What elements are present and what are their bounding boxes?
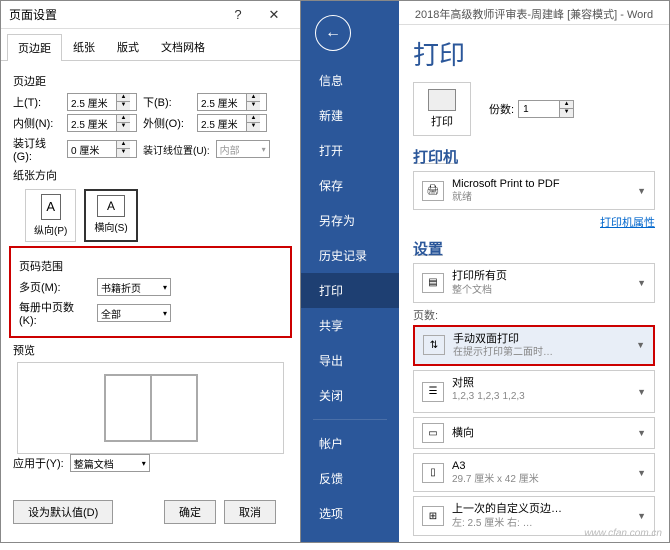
- sidebar-item-info[interactable]: 信息: [301, 63, 399, 98]
- inside-input[interactable]: ▲▼: [67, 114, 137, 132]
- preview-label: 预览: [13, 342, 288, 358]
- landscape-option[interactable]: A 横向(S): [84, 189, 137, 242]
- portrait-option[interactable]: A 纵向(P): [25, 189, 76, 242]
- tab-paper[interactable]: 纸张: [62, 33, 106, 60]
- multipage-label: 多页(M):: [19, 279, 91, 295]
- gutter-input[interactable]: ▲▼: [67, 140, 137, 158]
- preview-area: [17, 362, 284, 454]
- gutter-pos-label: 装订线位置(U):: [143, 142, 210, 157]
- duplex-icon: ⇅: [423, 335, 445, 355]
- printer-icon: [428, 89, 456, 111]
- backstage-sidebar: ← 信息 新建 打开 保存 另存为 历史记录 打印 共享 导出 关闭 帐户 反馈…: [301, 1, 399, 542]
- watermark: www.cfan.com.cn: [584, 528, 662, 539]
- outside-input[interactable]: ▲▼: [197, 114, 267, 132]
- pages-icon: ▤: [422, 273, 444, 293]
- tab-margins[interactable]: 页边距: [7, 34, 62, 61]
- print-range-select[interactable]: ▤ 打印所有页整个文档 ▼: [413, 263, 655, 302]
- sidebar-item-options[interactable]: 选项: [301, 496, 399, 531]
- help-button[interactable]: ?: [220, 1, 256, 29]
- page-setup-dialog: 页面设置 ? ✕ 页边距 纸张 版式 文档网格 页边距 上(T): ▲▼ 下(B…: [1, 1, 301, 542]
- close-button[interactable]: ✕: [256, 1, 292, 29]
- orientation-icon: ▭: [422, 423, 444, 443]
- applyto-select[interactable]: 整篇文档▾: [70, 454, 150, 472]
- top-label: 上(T):: [13, 94, 61, 110]
- margins-icon: ⊞: [422, 506, 444, 526]
- set-default-button[interactable]: 设为默认值(D): [13, 500, 113, 524]
- dialog-title: 页面设置: [9, 6, 220, 23]
- print-heading: 打印: [413, 35, 655, 72]
- pages-label: 页数:: [413, 307, 655, 323]
- sheets-select[interactable]: 全部▾: [97, 304, 171, 322]
- paper-size-select[interactable]: ▯ A329.7 厘米 x 42 厘米 ▼: [413, 453, 655, 492]
- sidebar-item-new[interactable]: 新建: [301, 98, 399, 133]
- sidebar-item-save[interactable]: 保存: [301, 168, 399, 203]
- multipage-select[interactable]: 书籍折页▾: [97, 278, 171, 296]
- sidebar-item-saveas[interactable]: 另存为: [301, 203, 399, 238]
- applyto-label: 应用于(Y):: [13, 455, 64, 471]
- dialog-titlebar: 页面设置 ? ✕: [1, 1, 300, 29]
- sidebar-item-print[interactable]: 打印: [301, 273, 399, 308]
- sheets-label: 每册中页数(K):: [19, 299, 91, 327]
- copies-label: 份数:: [489, 101, 514, 117]
- sidebar-item-history[interactable]: 历史记录: [301, 238, 399, 273]
- gutter-label: 装订线(G):: [13, 135, 61, 163]
- printer-properties-link[interactable]: 打印机属性: [600, 217, 655, 229]
- bottom-input[interactable]: ▲▼: [197, 93, 267, 111]
- gutter-pos-select: 内部▾: [216, 140, 270, 158]
- page-range-highlight: 页码范围 多页(M): 书籍折页▾ 每册中页数(K): 全部▾: [9, 246, 292, 338]
- printer-select[interactable]: 🖨 Microsoft Print to PDF就绪 ▼: [413, 171, 655, 210]
- inside-label: 内侧(N):: [13, 115, 61, 131]
- sidebar-item-open[interactable]: 打开: [301, 133, 399, 168]
- portrait-icon: A: [41, 194, 61, 220]
- range-section-label: 页码范围: [19, 258, 282, 274]
- sidebar-item-feedback[interactable]: 反馈: [301, 461, 399, 496]
- landscape-icon: A: [97, 195, 125, 217]
- copies-input[interactable]: ▲▼: [518, 100, 574, 118]
- tabs: 页边距 纸张 版式 文档网格: [1, 29, 300, 61]
- duplex-select[interactable]: ⇅ 手动双面打印在提示打印第二面时… ▼: [413, 325, 655, 366]
- cancel-button[interactable]: 取消: [224, 500, 276, 524]
- collate-icon: ☰: [422, 382, 444, 402]
- top-input[interactable]: ▲▼: [67, 93, 137, 111]
- outside-label: 外侧(O):: [143, 115, 191, 131]
- orientation-select[interactable]: ▭ 横向 ▼: [413, 417, 655, 449]
- print-button[interactable]: 打印: [413, 82, 471, 136]
- tab-layout[interactable]: 版式: [106, 33, 150, 60]
- tab-grid[interactable]: 文档网格: [150, 33, 216, 60]
- app-title: 2018年高级教师评审表-周建峰 [兼容模式] - Word: [399, 1, 669, 25]
- printer-heading: 打印机: [413, 146, 655, 167]
- printer-device-icon: 🖨: [422, 181, 444, 201]
- margins-section-label: 页边距: [13, 73, 288, 89]
- collate-select[interactable]: ☰ 对照 1,2,3 1,2,3 1,2,3 ▼: [413, 370, 655, 413]
- sidebar-item-share[interactable]: 共享: [301, 308, 399, 343]
- paper-icon: ▯: [422, 463, 444, 483]
- sidebar-item-account[interactable]: 帐户: [301, 426, 399, 461]
- sidebar-item-export[interactable]: 导出: [301, 343, 399, 378]
- orient-section-label: 纸张方向: [13, 167, 288, 183]
- sidebar-item-close[interactable]: 关闭: [301, 378, 399, 413]
- print-panel: 2018年高级教师评审表-周建峰 [兼容模式] - Word 打印 打印 份数:…: [399, 1, 669, 542]
- bottom-label: 下(B):: [143, 94, 191, 110]
- ok-button[interactable]: 确定: [164, 500, 216, 524]
- settings-heading: 设置: [413, 238, 655, 259]
- back-button[interactable]: ←: [315, 15, 351, 51]
